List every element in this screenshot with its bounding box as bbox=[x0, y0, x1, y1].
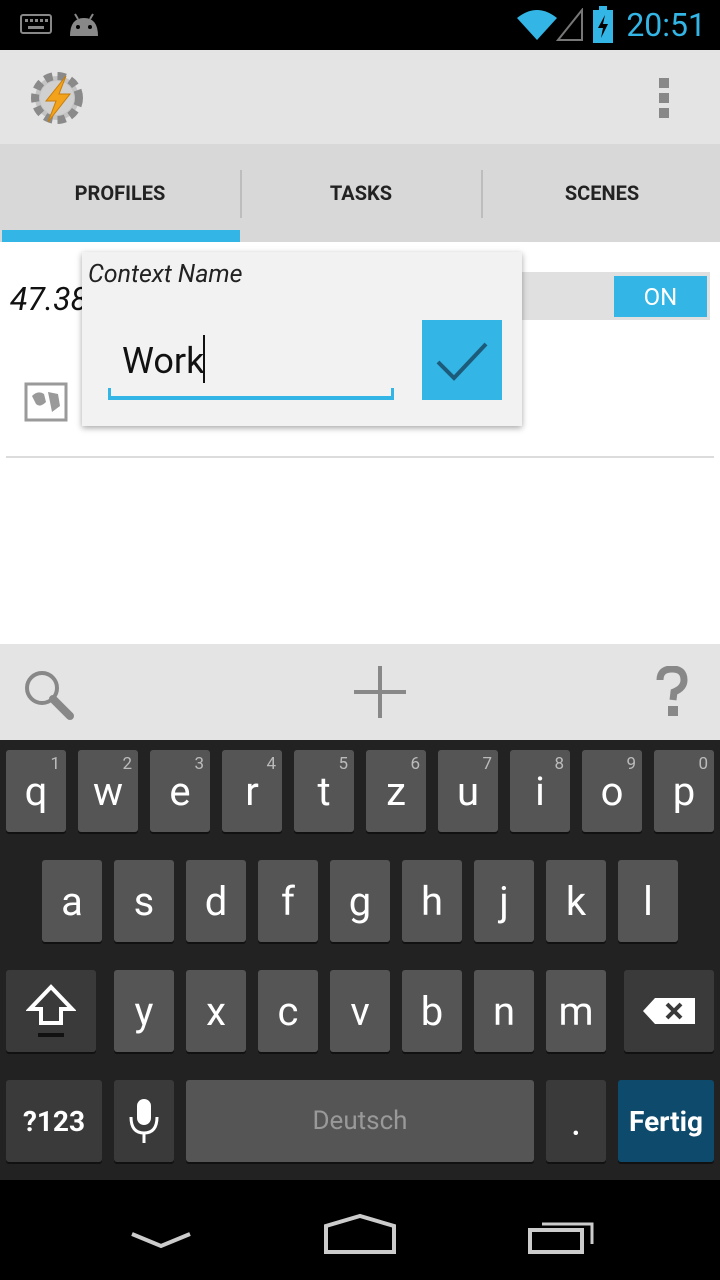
bottom-toolbar bbox=[0, 644, 720, 740]
key-w[interactable]: w2 bbox=[78, 750, 138, 832]
key-hint: 9 bbox=[626, 754, 636, 774]
shift-icon bbox=[26, 984, 76, 1037]
status-bar: 20:51 bbox=[0, 0, 720, 50]
numbers-key[interactable]: ?123 bbox=[6, 1080, 102, 1162]
map-icon[interactable] bbox=[24, 382, 68, 422]
key-label: p bbox=[672, 767, 696, 815]
key-y[interactable]: y bbox=[114, 970, 174, 1052]
add-icon[interactable] bbox=[352, 664, 408, 720]
profile-name-partial[interactable]: 47.38 bbox=[10, 280, 88, 318]
shift-key[interactable] bbox=[6, 970, 96, 1052]
context-name-value: Work bbox=[122, 340, 205, 382]
key-hint: 4 bbox=[266, 754, 276, 774]
clock: 20:51 bbox=[626, 6, 706, 44]
key-v[interactable]: v bbox=[330, 970, 390, 1052]
keyboard-icon bbox=[20, 14, 52, 34]
key-u[interactable]: u7 bbox=[438, 750, 498, 832]
key-k[interactable]: k bbox=[546, 860, 606, 942]
context-name-input[interactable]: Work bbox=[108, 334, 394, 394]
tab-label: PROFILES bbox=[74, 181, 166, 205]
key-j[interactable]: j bbox=[474, 860, 534, 942]
key-b[interactable]: b bbox=[402, 970, 462, 1052]
key-label: o bbox=[600, 767, 624, 815]
key-label: e bbox=[169, 767, 191, 815]
backspace-icon bbox=[643, 998, 695, 1024]
home-icon[interactable] bbox=[322, 1212, 398, 1256]
key-a[interactable]: a bbox=[42, 860, 102, 942]
key-r[interactable]: r4 bbox=[222, 750, 282, 832]
key-hint: 6 bbox=[410, 754, 420, 774]
key-z[interactable]: z6 bbox=[366, 750, 426, 832]
key-l[interactable]: l bbox=[618, 860, 678, 942]
key-f[interactable]: f bbox=[258, 860, 318, 942]
key-x[interactable]: x bbox=[186, 970, 246, 1052]
key-o[interactable]: o9 bbox=[582, 750, 642, 832]
key-label: z bbox=[386, 767, 406, 815]
back-icon[interactable] bbox=[128, 1228, 194, 1252]
tab-tasks[interactable]: TASKS bbox=[241, 144, 481, 242]
tab-bar: PROFILES TASKS SCENES bbox=[0, 144, 720, 242]
key-hint: 0 bbox=[698, 754, 708, 774]
key-t[interactable]: t5 bbox=[294, 750, 354, 832]
battery-charging-icon bbox=[593, 6, 613, 43]
context-name-dialog: Context Name Work bbox=[82, 252, 522, 426]
key-label: t bbox=[317, 767, 331, 815]
key-label: w bbox=[92, 767, 124, 815]
period-key[interactable]: . bbox=[546, 1080, 606, 1162]
key-i[interactable]: i8 bbox=[510, 750, 570, 832]
key-label: q bbox=[24, 767, 48, 815]
checkmark-icon bbox=[436, 342, 488, 381]
wifi-icon bbox=[517, 10, 557, 40]
action-bar bbox=[0, 50, 720, 144]
key-e[interactable]: e3 bbox=[150, 750, 210, 832]
key-n[interactable]: n bbox=[474, 970, 534, 1052]
key-q[interactable]: q1 bbox=[6, 750, 66, 832]
key-p[interactable]: p0 bbox=[654, 750, 714, 832]
key-h[interactable]: h bbox=[402, 860, 462, 942]
voice-input-key[interactable] bbox=[114, 1080, 174, 1162]
confirm-button[interactable] bbox=[422, 320, 502, 400]
key-label: r bbox=[245, 767, 259, 815]
dialog-title: Context Name bbox=[88, 260, 243, 289]
key-c[interactable]: c bbox=[258, 970, 318, 1052]
tab-selected-indicator bbox=[2, 230, 240, 242]
tab-label: SCENES bbox=[564, 181, 640, 205]
key-label: i bbox=[535, 767, 545, 815]
key-hint: 2 bbox=[122, 754, 132, 774]
soft-keyboard: q1 w2 e3 r4 t5 z6 u7 i8 o9 p0 a s d f g … bbox=[0, 740, 720, 1180]
profile-toggle-on[interactable]: ON bbox=[614, 276, 707, 317]
key-hint: 7 bbox=[482, 754, 492, 774]
android-debug-icon bbox=[70, 13, 98, 36]
key-label: u bbox=[456, 767, 480, 815]
search-icon[interactable] bbox=[22, 668, 74, 720]
help-icon[interactable] bbox=[654, 666, 690, 720]
input-underline bbox=[108, 396, 394, 400]
tab-profiles[interactable]: PROFILES bbox=[0, 144, 240, 242]
backspace-key[interactable] bbox=[624, 970, 714, 1052]
input-underline-tick bbox=[108, 388, 111, 400]
signal-icon bbox=[556, 8, 583, 41]
list-divider bbox=[6, 456, 714, 458]
key-hint: 8 bbox=[554, 754, 564, 774]
done-key[interactable]: Fertig bbox=[618, 1080, 714, 1162]
key-m[interactable]: m bbox=[546, 970, 606, 1052]
tab-scenes[interactable]: SCENES bbox=[482, 144, 720, 242]
navigation-bar bbox=[0, 1180, 720, 1280]
key-hint: 1 bbox=[50, 754, 60, 774]
key-hint: 5 bbox=[338, 754, 348, 774]
tab-label: TASKS bbox=[329, 181, 393, 205]
overflow-menu-icon[interactable] bbox=[656, 76, 672, 120]
key-s[interactable]: s bbox=[114, 860, 174, 942]
recent-apps-icon[interactable] bbox=[526, 1216, 598, 1256]
text-cursor bbox=[203, 335, 205, 383]
app-logo-icon[interactable] bbox=[26, 68, 88, 128]
key-g[interactable]: g bbox=[330, 860, 390, 942]
space-key[interactable]: Deutsch bbox=[186, 1080, 534, 1162]
microphone-icon bbox=[129, 1099, 159, 1143]
input-underline-tick bbox=[391, 388, 394, 400]
key-hint: 3 bbox=[194, 754, 204, 774]
key-d[interactable]: d bbox=[186, 860, 246, 942]
